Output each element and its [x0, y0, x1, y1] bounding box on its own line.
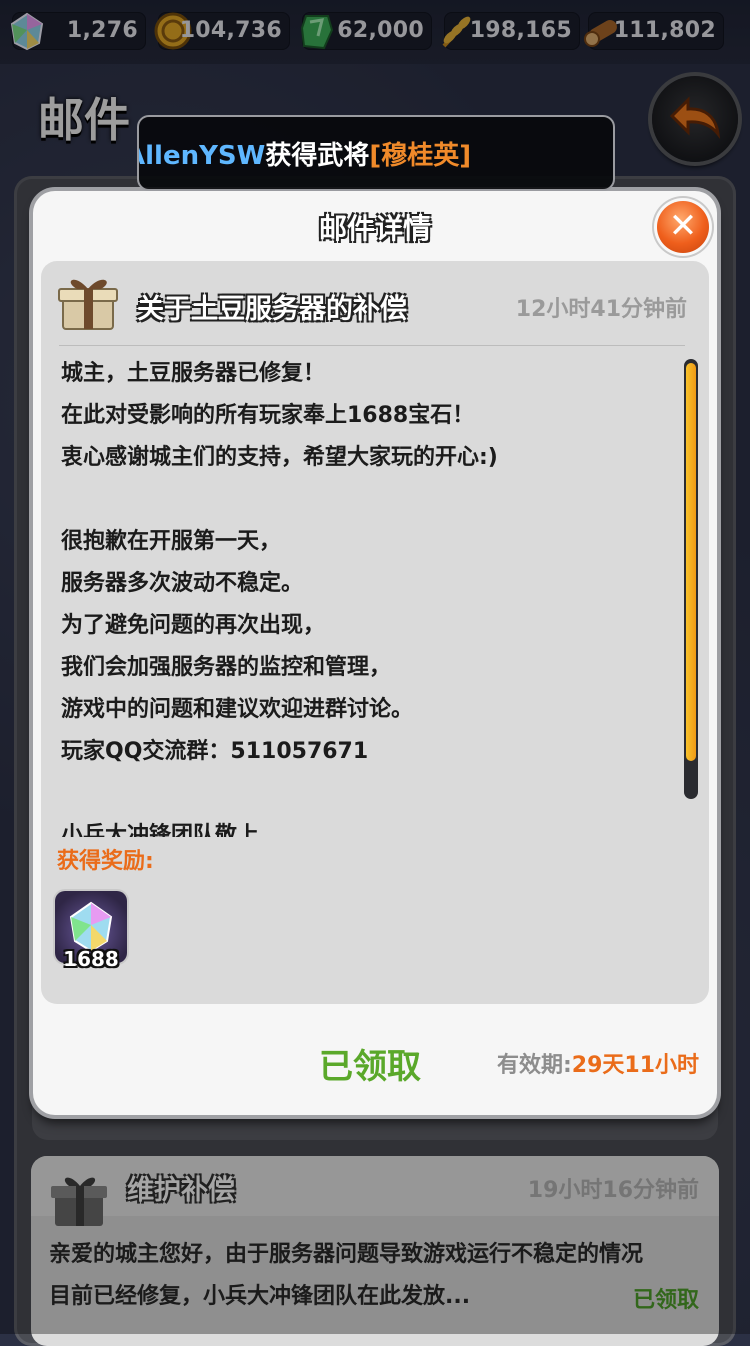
mail-body-line: 为了避免问题的再次出现，	[61, 613, 326, 638]
mail-body-line	[61, 773, 661, 815]
reward-quantity: 1688	[63, 947, 119, 971]
mail-subject: 关于土豆服务器的补偿	[137, 294, 407, 325]
mail-body-line: 城主，土豆服务器已修复！	[61, 361, 326, 386]
claimed-status: 已领取	[319, 1047, 421, 1087]
mail-detail-modal: 邮件详情 ✕ 关于土豆服务器的补偿 12小时41分钟前 城主，土豆服务器已修复！…	[33, 191, 717, 1115]
banner-action: 获得武将	[265, 141, 370, 171]
reward-item[interactable]: 1688	[55, 891, 127, 971]
expiry-info: 有效期:29天11小时	[497, 1047, 699, 1079]
mail-body-line: 衷心感谢城主们的支持，希望大家玩的开心:)	[61, 445, 498, 470]
mail-body-line: 我们会加强服务器的监控和管理，	[61, 655, 392, 680]
mail-body-line: 玩家QQ交流群：511057671	[61, 739, 369, 764]
expiry-label: 有效期:	[496, 1053, 572, 1078]
modal-title: 邮件详情	[318, 212, 431, 245]
mail-body-line: 游戏中的问题和建议欢迎进群讨论。	[61, 697, 414, 722]
mail-time: 12小时41分钟前	[515, 297, 687, 322]
close-icon: ✕	[668, 206, 698, 246]
banner-player-name: AllenYSW	[137, 141, 266, 171]
close-button[interactable]: ✕	[657, 201, 709, 253]
gift-icon	[58, 279, 118, 330]
broadcast-banner: AllenYSW获得武将[穆桂英]	[137, 115, 615, 191]
scrollbar[interactable]	[684, 359, 698, 799]
mail-body-line: 很抱歉在开服第一天，	[61, 529, 282, 554]
mail-content-panel: 关于土豆服务器的补偿 12小时41分钟前 城主，土豆服务器已修复！ 在此对受影响…	[41, 261, 709, 1004]
scrollbar-thumb[interactable]	[686, 363, 696, 761]
mail-body-line: 小兵大冲锋团队敬上	[61, 823, 260, 837]
mail-body[interactable]: 城主，土豆服务器已修复！ 在此对受影响的所有玩家奉上1688宝石！ 衷心感谢城主…	[61, 353, 661, 837]
mail-body-line: 在此对受影响的所有玩家奉上1688宝石！	[61, 403, 475, 428]
banner-hero-name: [穆桂英]	[369, 141, 472, 171]
expiry-value: 29天11小时	[571, 1053, 699, 1078]
divider	[59, 345, 685, 346]
mail-body-line: 服务器多次波动不稳定。	[61, 571, 304, 596]
reward-label: 获得奖励:	[57, 849, 154, 874]
mail-body-line	[61, 479, 661, 521]
